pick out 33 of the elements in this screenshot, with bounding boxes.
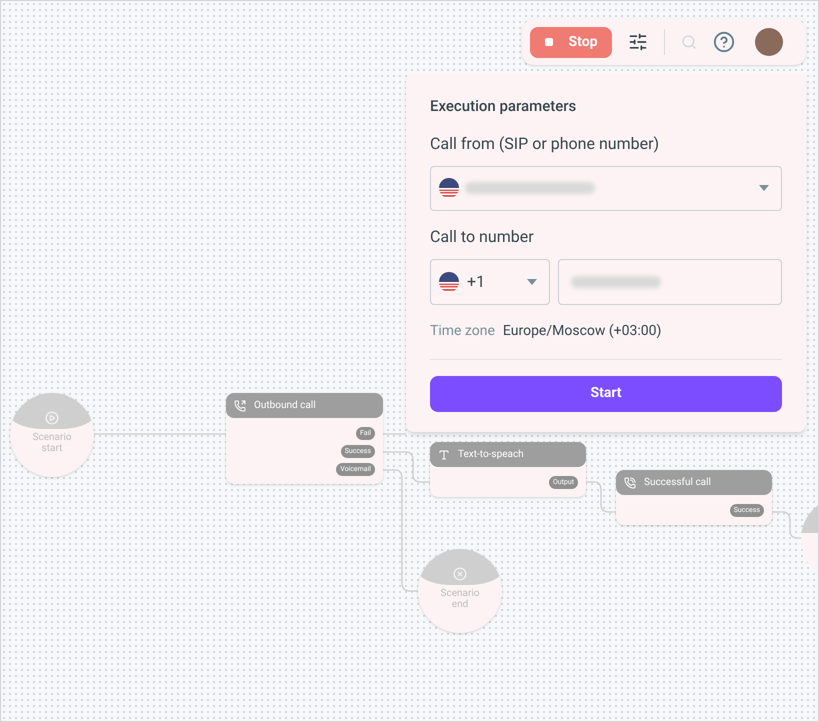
node-label: Scenario start — [32, 432, 72, 454]
stop-button[interactable]: Stop — [530, 26, 612, 58]
start-button[interactable]: Start — [430, 376, 782, 412]
node-icon — [624, 476, 636, 488]
country-code: +1 — [467, 270, 486, 292]
node-icon — [438, 448, 450, 460]
time-zone-value: Europe/Moscow (+03:00) — [502, 322, 662, 340]
connector-line — [586, 481, 616, 513]
dropdown-caret-icon — [527, 278, 537, 284]
node-title: Successful call — [644, 476, 711, 490]
node-title: Outbound call — [254, 399, 316, 413]
node-label: Scenario end — [440, 588, 480, 610]
settings-icon[interactable] — [628, 32, 648, 52]
us-flag-icon — [439, 272, 459, 292]
connector-line — [772, 511, 803, 539]
node-icon — [45, 411, 59, 425]
scenario-node[interactable]: Scenario start — [10, 393, 94, 477]
phone-number-field[interactable] — [558, 258, 782, 304]
us-flag-icon — [439, 178, 459, 198]
node-icon — [234, 400, 246, 412]
field-label: Call to number — [430, 226, 535, 248]
connector-line — [383, 433, 406, 435]
node-icon — [453, 567, 467, 581]
node-title: Text-to-speach — [458, 448, 524, 462]
time-zone-label: Time zone — [430, 322, 495, 340]
field-label: Call from (SIP or phone number) — [430, 132, 660, 154]
panel-title: Execution parameters — [430, 96, 578, 117]
help-icon[interactable] — [713, 31, 735, 53]
scenario-node[interactable]: Scenario end — [418, 549, 502, 633]
country-code-select[interactable]: +1 — [430, 258, 550, 304]
stop-icon — [544, 38, 553, 46]
dropdown-caret-icon — [759, 185, 769, 191]
user-avatar[interactable] — [755, 28, 783, 56]
